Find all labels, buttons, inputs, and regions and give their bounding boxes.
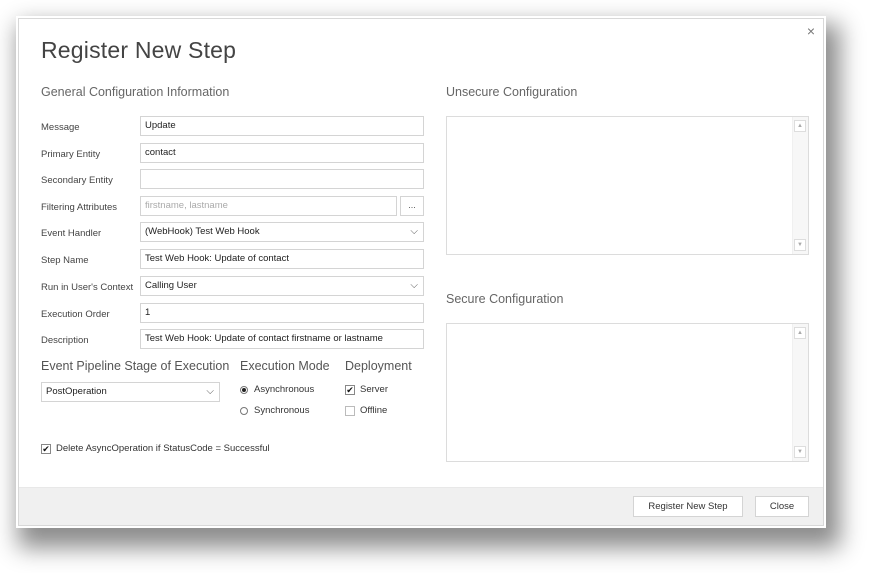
checkbox-checked-icon[interactable]: ✔ xyxy=(345,384,355,395)
deployment-heading: Deployment xyxy=(345,359,412,373)
pipeline-stage-value: PostOperation xyxy=(46,386,107,397)
event-handler-select[interactable]: (WebHook) Test Web Hook ⌵ xyxy=(140,222,424,242)
checkbox-delete-async-label: Delete AsyncOperation if StatusCode = Su… xyxy=(56,443,270,454)
execution-order-label: Execution Order xyxy=(41,309,110,320)
chevron-down-icon: ⌵ xyxy=(206,386,214,397)
scroll-down-icon[interactable]: ▼ xyxy=(794,239,806,251)
execution-order-field[interactable]: 1 xyxy=(140,303,424,323)
close-button[interactable]: Close xyxy=(755,496,809,517)
checkbox-offline-label: Offline xyxy=(360,405,388,416)
event-handler-label: Event Handler xyxy=(41,228,102,239)
checkbox-unchecked-icon[interactable] xyxy=(345,405,355,416)
secure-config-heading: Secure Configuration xyxy=(446,292,564,306)
secondary-entity-label: Secondary Entity xyxy=(41,175,113,186)
primary-entity-label: Primary Entity xyxy=(41,149,101,160)
chevron-down-icon: ⌵ xyxy=(410,280,418,291)
dialog-frame: × Register New Step General Configuratio… xyxy=(18,18,824,526)
scrollbar[interactable]: ▲ ▼ xyxy=(792,117,808,254)
radio-asynchronous[interactable]: Asynchronous xyxy=(240,384,314,395)
filtering-attributes-label: Filtering Attributes xyxy=(41,202,118,213)
unsecure-config-heading: Unsecure Configuration xyxy=(446,85,578,99)
checkbox-delete-async[interactable]: ✔ Delete AsyncOperation if StatusCode = … xyxy=(41,443,270,454)
dialog-footer: Register New Step Close xyxy=(19,487,823,525)
secondary-entity-field[interactable] xyxy=(140,169,424,189)
pipeline-stage-heading: Event Pipeline Stage of Execution xyxy=(41,359,230,373)
scroll-down-icon[interactable]: ▼ xyxy=(794,446,806,458)
secure-config-textarea[interactable]: ▲ ▼ xyxy=(446,323,809,462)
unsecure-config-textarea[interactable]: ▲ ▼ xyxy=(446,116,809,255)
radio-synchronous[interactable]: Synchronous xyxy=(240,405,309,416)
scrollbar[interactable]: ▲ ▼ xyxy=(792,324,808,461)
event-handler-value: (WebHook) Test Web Hook xyxy=(145,226,260,237)
dialog-title: Register New Step xyxy=(41,37,237,63)
close-icon[interactable]: × xyxy=(807,23,815,39)
register-step-dialog: × Register New Step General Configuratio… xyxy=(16,16,826,528)
primary-entity-field[interactable]: contact xyxy=(140,143,424,163)
checkbox-checked-icon[interactable]: ✔ xyxy=(41,443,51,454)
register-new-step-button[interactable]: Register New Step xyxy=(633,496,743,517)
checkbox-offline[interactable]: Offline xyxy=(345,405,387,416)
scroll-up-icon[interactable]: ▲ xyxy=(794,327,806,339)
scroll-up-icon[interactable]: ▲ xyxy=(794,120,806,132)
radio-unselected-icon[interactable] xyxy=(240,406,248,415)
radio-synchronous-label: Synchronous xyxy=(254,405,310,416)
execution-mode-heading: Execution Mode xyxy=(240,359,330,373)
chevron-down-icon: ⌵ xyxy=(410,226,418,237)
pipeline-stage-select[interactable]: PostOperation ⌵ xyxy=(41,382,220,402)
message-field[interactable]: Update xyxy=(140,116,424,136)
description-field[interactable]: Test Web Hook: Update of contact firstna… xyxy=(140,329,424,349)
browse-attributes-button[interactable]: ... xyxy=(400,196,424,216)
checkbox-server-label: Server xyxy=(360,384,388,395)
description-label: Description xyxy=(41,335,89,346)
run-context-select[interactable]: Calling User ⌵ xyxy=(140,276,424,296)
radio-selected-icon[interactable] xyxy=(240,385,248,394)
step-name-field[interactable]: Test Web Hook: Update of contact xyxy=(140,249,424,269)
radio-asynchronous-label: Asynchronous xyxy=(254,384,315,395)
message-label: Message xyxy=(41,122,80,133)
run-context-label: Run in User's Context xyxy=(41,282,134,293)
general-config-heading: General Configuration Information xyxy=(41,85,230,99)
run-context-value: Calling User xyxy=(145,280,197,291)
checkbox-server[interactable]: ✔ Server xyxy=(345,384,388,395)
filtering-attributes-field[interactable]: firstname, lastname xyxy=(140,196,397,216)
step-name-label: Step Name xyxy=(41,255,89,266)
